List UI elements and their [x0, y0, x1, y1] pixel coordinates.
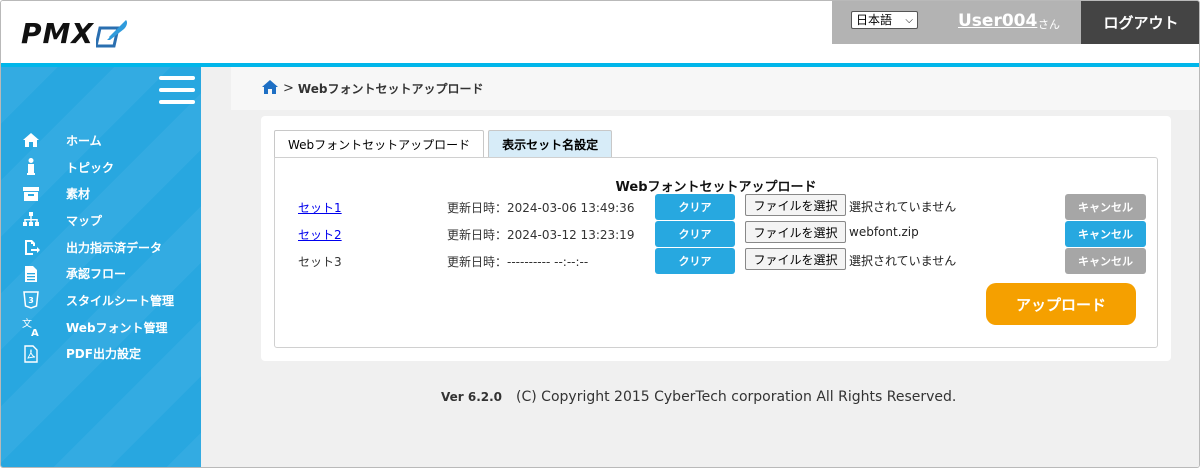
svg-text:3: 3	[28, 296, 34, 305]
sidebar-item-label: マップ	[66, 213, 103, 228]
set-2-link[interactable]: セット2	[298, 226, 342, 243]
updated-timestamp: 更新日時：2024-03-12 13:23:19	[447, 228, 635, 242]
copyright-text: (C) Copyright 2015 CyberTech corporation…	[516, 389, 957, 405]
app-window: PMX 日本語 ⌵ User004 さん ログアウト ホーム トピック 素材 マ…	[0, 0, 1200, 468]
sidebar-item-label: スタイルシート管理	[66, 293, 175, 308]
font-set-row: セット2 更新日時：2024-03-12 13:23:19 クリア ファイルを選…	[275, 221, 1159, 247]
sidebar-item-label: Webフォント管理	[66, 320, 168, 335]
sidebar-item-pdf-settings[interactable]: PDF出力設定	[1, 341, 201, 368]
sidebar-item-label: PDF出力設定	[66, 347, 141, 362]
cancel-button[interactable]: キャンセル	[1065, 194, 1146, 220]
footer: Ver 6.2.0 (C) Copyright 2015 CyberTech c…	[441, 389, 956, 405]
home-icon[interactable]	[261, 79, 279, 98]
header: PMX 日本語 ⌵ User004 さん ログアウト	[1, 1, 1199, 63]
sidebar-item-topic[interactable]: トピック	[1, 154, 201, 181]
font-set-row: セット1 更新日時：2024-03-06 13:49:36 クリア ファイルを選…	[275, 194, 1159, 220]
section-title: Webフォントセットアップロード	[615, 180, 817, 195]
sidebar-item-label: 承認フロー	[66, 267, 127, 282]
tab-bar: Webフォントセットアップロード 表示セット名設定	[274, 130, 616, 158]
upload-form: Webフォントセットアップロード セット1 更新日時：2024-03-06 13…	[274, 157, 1158, 348]
svg-text:A: A	[31, 328, 39, 337]
cancel-button[interactable]: キャンセル	[1065, 221, 1146, 247]
pmx-logo[interactable]: PMX	[21, 13, 130, 53]
file-status: 選択されていません	[849, 200, 957, 214]
choose-file-button[interactable]: ファイルを選択	[745, 194, 846, 216]
user-panel: 日本語 ⌵ User004 さん	[832, 1, 1081, 44]
language-select[interactable]: 日本語 ⌵	[851, 11, 918, 29]
updated-timestamp: 更新日時：2024-03-06 13:49:36	[447, 201, 635, 215]
language-select-value: 日本語	[856, 13, 893, 27]
breadcrumb-separator: >	[283, 81, 294, 96]
sitemap-icon	[21, 210, 41, 230]
choose-file-button[interactable]: ファイルを選択	[745, 248, 846, 270]
tab-webfont-upload[interactable]: Webフォントセットアップロード	[274, 130, 485, 158]
sidebar-item-output-data[interactable]: 出力指示済データ	[1, 234, 201, 261]
sidebar-nav: ホーム トピック 素材 マップ 出力指示済データ 承認フロー 3 スタイルシート…	[1, 127, 201, 367]
sidebar: ホーム トピック 素材 マップ 出力指示済データ 承認フロー 3 スタイルシート…	[1, 67, 201, 467]
updated-timestamp: 更新日時：---------- --:--:--	[447, 255, 589, 269]
sidebar-item-label: 素材	[66, 187, 91, 202]
header-user-area: 日本語 ⌵ User004 さん ログアウト	[832, 1, 1199, 44]
archive-icon	[21, 184, 41, 204]
sidebar-item-home[interactable]: ホーム	[1, 127, 201, 154]
logout-button[interactable]: ログアウト	[1081, 1, 1199, 44]
file-status: webfont.zip	[849, 225, 919, 239]
main-content: > Webフォントセットアップロード Webフォントセットアップロード 表示セッ…	[201, 67, 1199, 467]
upload-button[interactable]: アップロード	[986, 283, 1136, 325]
home-icon	[21, 130, 41, 150]
sidebar-item-webfont[interactable]: 文A Webフォント管理	[1, 314, 201, 341]
hamburger-menu-icon[interactable]	[159, 76, 195, 106]
export-icon	[21, 237, 41, 257]
sidebar-item-label: トピック	[66, 160, 115, 175]
tab-display-set-name[interactable]: 表示セット名設定	[488, 130, 613, 157]
sidebar-item-label: 出力指示済データ	[66, 240, 163, 255]
breadcrumb: > Webフォントセットアップロード	[231, 67, 1199, 110]
font-set-row: セット3 更新日時：---------- --:--:-- クリア ファイルを選…	[275, 248, 1159, 274]
sidebar-item-stylesheet[interactable]: 3 スタイルシート管理	[1, 287, 201, 314]
sidebar-item-approval-flow[interactable]: 承認フロー	[1, 260, 201, 287]
version-label: Ver 6.2.0	[441, 390, 503, 404]
css3-icon: 3	[21, 290, 41, 310]
sidebar-item-label: ホーム	[66, 133, 102, 148]
file-status: 選択されていません	[849, 254, 957, 268]
clear-button[interactable]: クリア	[655, 248, 735, 274]
info-icon	[21, 157, 41, 177]
pdf-icon	[21, 344, 41, 364]
clear-button[interactable]: クリア	[655, 221, 735, 247]
user-name-link[interactable]: User004	[958, 11, 1037, 31]
choose-file-button[interactable]: ファイルを選択	[745, 221, 846, 243]
user-honorific: さん	[1038, 18, 1060, 31]
clear-button[interactable]: クリア	[655, 194, 735, 220]
logo-text: PMX	[21, 16, 94, 50]
sidebar-item-map[interactable]: マップ	[1, 207, 201, 234]
quill-logo-icon	[95, 20, 128, 48]
content-panel: Webフォントセットアップロード 表示セット名設定 Webフォントセットアップロ…	[261, 116, 1171, 361]
breadcrumb-current: Webフォントセットアップロード	[297, 82, 484, 96]
document-icon	[21, 264, 41, 284]
translate-icon: 文A	[21, 317, 41, 337]
cancel-button[interactable]: キャンセル	[1065, 248, 1146, 274]
set-3-label: セット3	[298, 255, 342, 269]
sidebar-item-materials[interactable]: 素材	[1, 180, 201, 207]
chevron-down-icon: ⌵	[905, 15, 913, 26]
set-1-link[interactable]: セット1	[298, 199, 342, 216]
